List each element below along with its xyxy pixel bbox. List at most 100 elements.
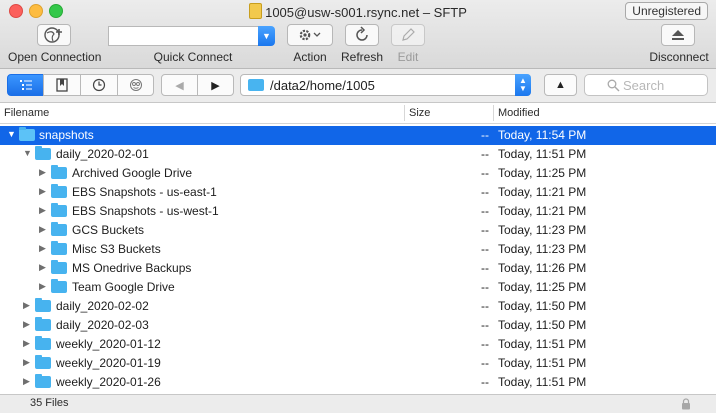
file-row[interactable]: ▶ Archived Google Drive -- Today, 11:25 … — [0, 164, 716, 183]
window-title: 1005@usw-s001.rsync.net – SFTP — [0, 3, 716, 20]
modified-column-header[interactable]: Modified — [498, 107, 540, 119]
filename-column-header[interactable]: Filename — [4, 107, 49, 119]
column-divider[interactable] — [493, 105, 494, 121]
disclosure-triangle-expanded-icon[interactable]: ▼ — [23, 148, 33, 158]
file-name: Team Google Drive — [72, 280, 175, 294]
column-header: Filename Size Modified — [0, 103, 716, 124]
file-row[interactable]: ▶ daily_2020-02-02 -- Today, 11:50 PM — [0, 297, 716, 316]
file-size: -- — [481, 204, 489, 218]
disclosure-triangle-icon[interactable]: ▶ — [39, 224, 49, 235]
back-button[interactable]: ◀ — [161, 74, 198, 96]
file-modified: Today, 11:51 PM — [498, 147, 587, 161]
file-size: -- — [481, 147, 489, 161]
file-name: MS Onedrive Backups — [72, 261, 192, 275]
file-size: -- — [481, 223, 489, 237]
file-row[interactable]: ▶ daily_2020-02-03 -- Today, 11:50 PM — [0, 316, 716, 335]
file-name: Archived Google Drive — [72, 166, 193, 180]
file-name: snapshots — [39, 128, 94, 142]
file-size: -- — [481, 185, 489, 199]
disconnect-button[interactable] — [661, 24, 695, 46]
disclosure-triangle-icon[interactable]: ▶ — [23, 357, 33, 368]
chevron-down-icon: ▼ — [262, 31, 271, 41]
current-path: /data2/home/1005 — [270, 78, 375, 93]
folder-icon — [51, 241, 67, 255]
triangle-up-icon: ▲ — [555, 79, 566, 91]
parent-directory-button[interactable]: ▲ — [544, 74, 577, 96]
history-view-button[interactable] — [80, 74, 118, 96]
folder-icon — [51, 165, 67, 179]
file-row[interactable]: ▶ weekly_2020-01-19 -- Today, 11:51 PM — [0, 354, 716, 373]
bonjour-icon — [129, 79, 142, 91]
lock-icon — [682, 398, 690, 410]
forward-button[interactable]: ▶ — [197, 74, 234, 96]
open-connection-button[interactable] — [37, 24, 71, 46]
folder-icon — [51, 260, 67, 274]
folder-icon — [51, 222, 67, 236]
browser-view-button[interactable] — [7, 74, 44, 96]
bookmarks-view-button[interactable] — [43, 74, 81, 96]
open-connection-label: Open Connection — [8, 50, 102, 64]
gear-icon — [299, 29, 321, 41]
eject-icon — [672, 30, 684, 40]
quick-connect-field[interactable] — [108, 26, 258, 46]
quick-connect-label: Quick Connect — [153, 50, 233, 64]
file-name: GCS Buckets — [72, 223, 145, 237]
disconnect-label: Disconnect — [649, 50, 709, 64]
file-row[interactable]: ▶ GCS Buckets -- Today, 11:23 PM — [0, 221, 716, 240]
history-icon — [92, 78, 106, 92]
unregistered-badge[interactable]: Unregistered — [625, 2, 708, 20]
file-row[interactable]: ▶ weekly_2020-01-12 -- Today, 11:51 PM — [0, 335, 716, 354]
file-row[interactable]: ▶ Team Google Drive -- Today, 11:25 PM — [0, 278, 716, 297]
edit-button[interactable] — [391, 24, 425, 46]
file-size: -- — [481, 166, 489, 180]
search-field[interactable]: Search — [584, 74, 708, 96]
disclosure-triangle-icon[interactable]: ▶ — [39, 186, 49, 197]
navigation-bar: ◀ ▶ /data2/home/1005 ▲ ▼ ▲ Search — [0, 69, 716, 103]
disclosure-triangle-icon[interactable]: ▶ — [23, 338, 33, 349]
file-row[interactable]: ▼ snapshots -- Today, 11:54 PM — [0, 126, 716, 145]
path-selector[interactable]: /data2/home/1005 ▲ ▼ — [240, 74, 531, 96]
path-dropdown[interactable]: ▲ ▼ — [515, 74, 531, 96]
bookmarks-icon — [56, 78, 68, 92]
disclosure-triangle-icon[interactable]: ▶ — [39, 281, 49, 292]
file-modified: Today, 11:54 PM — [498, 128, 587, 142]
folder-icon — [35, 374, 51, 388]
column-divider[interactable] — [404, 105, 405, 121]
disclosure-triangle-icon[interactable]: ▶ — [23, 376, 33, 387]
action-button[interactable] — [287, 24, 333, 46]
file-name: daily_2020-02-02 — [56, 299, 149, 313]
window-title-text: 1005@usw-s001.rsync.net – SFTP — [265, 5, 467, 20]
file-modified: Today, 11:50 PM — [498, 299, 587, 313]
folder-icon — [51, 184, 67, 198]
globe-add-icon — [44, 27, 62, 43]
file-row[interactable]: ▶ MS Onedrive Backups -- Today, 11:26 PM — [0, 259, 716, 278]
file-size: -- — [481, 318, 489, 332]
file-count: 35 Files — [30, 397, 69, 409]
disclosure-triangle-icon[interactable]: ▶ — [39, 205, 49, 216]
size-column-header[interactable]: Size — [409, 107, 430, 119]
disclosure-triangle-icon[interactable]: ▶ — [39, 243, 49, 254]
file-row[interactable]: ▶ Misc S3 Buckets -- Today, 11:23 PM — [0, 240, 716, 259]
folder-icon — [35, 298, 51, 312]
disclosure-triangle-icon[interactable]: ▶ — [23, 319, 33, 330]
disclosure-triangle-expanded-icon[interactable]: ▼ — [7, 129, 17, 139]
quick-connect-dropdown[interactable]: ▼ — [258, 26, 275, 46]
folder-icon — [35, 146, 51, 160]
file-row[interactable]: ▶ EBS Snapshots - us-east-1 -- Today, 11… — [0, 183, 716, 202]
disclosure-triangle-icon[interactable]: ▶ — [39, 262, 49, 273]
file-modified: Today, 11:23 PM — [498, 223, 587, 237]
folder-icon — [248, 79, 264, 91]
file-name: EBS Snapshots - us-east-1 — [72, 185, 217, 199]
file-size: -- — [481, 337, 489, 351]
file-row[interactable]: ▶ weekly_2020-01-26 -- Today, 11:51 PM — [0, 373, 716, 392]
disclosure-triangle-icon[interactable]: ▶ — [39, 167, 49, 178]
bonjour-view-button[interactable] — [117, 74, 154, 96]
file-size: -- — [481, 375, 489, 389]
refresh-button[interactable] — [345, 24, 379, 46]
file-modified: Today, 11:26 PM — [498, 261, 587, 275]
disclosure-triangle-icon[interactable]: ▶ — [23, 300, 33, 311]
file-row[interactable]: ▶ EBS Snapshots - us-west-1 -- Today, 11… — [0, 202, 716, 221]
file-modified: Today, 11:25 PM — [498, 280, 587, 294]
file-name: daily_2020-02-01 — [56, 147, 149, 161]
file-row[interactable]: ▼ daily_2020-02-01 -- Today, 11:51 PM — [0, 145, 716, 164]
